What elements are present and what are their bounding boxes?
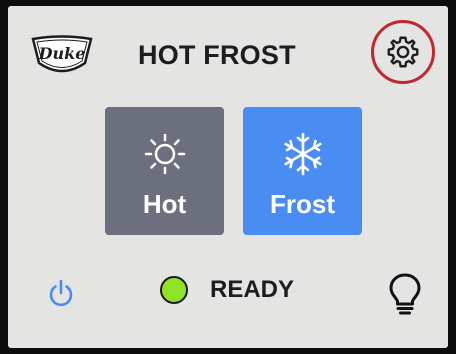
hot-mode-button[interactable]: Hot — [105, 107, 224, 235]
light-button[interactable] — [385, 271, 425, 317]
status-text: READY — [210, 276, 295, 303]
duke-logo: Duke — [27, 33, 97, 79]
page-title: HOT FROST — [138, 40, 296, 70]
touch-screen: Duke HOT FROST Hot Frost READY — [8, 6, 448, 348]
status-light — [160, 276, 188, 304]
sun-icon — [143, 131, 187, 177]
frost-mode-label: Frost — [270, 189, 335, 219]
snowflake-icon — [281, 131, 325, 177]
lightbulb-icon — [389, 273, 421, 315]
settings-button[interactable] — [371, 20, 435, 84]
power-button[interactable] — [45, 278, 77, 310]
brand-text: Duke — [38, 44, 86, 63]
highlight-circle — [371, 20, 435, 84]
hot-mode-label: Hot — [142, 189, 187, 219]
frost-mode-button[interactable]: Frost — [243, 107, 362, 235]
status-indicator: READY — [160, 276, 294, 304]
power-icon — [49, 279, 73, 307]
